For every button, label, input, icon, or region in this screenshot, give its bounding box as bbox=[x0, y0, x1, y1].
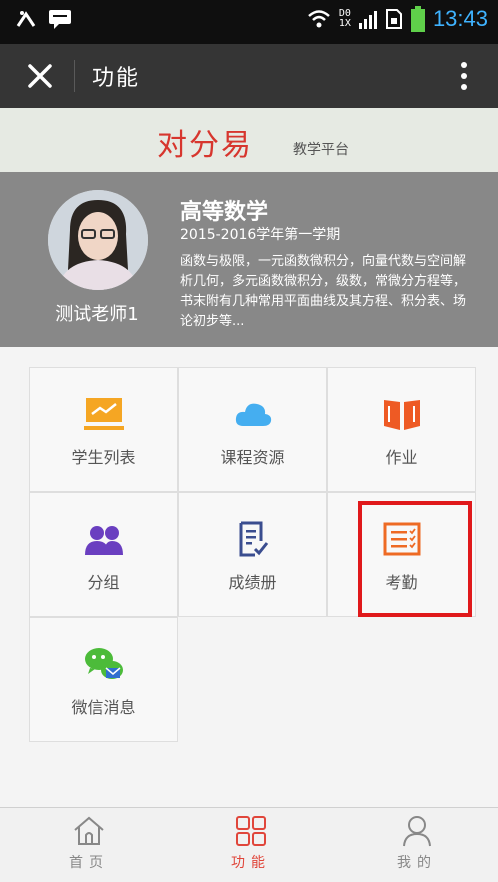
user-icon bbox=[403, 816, 431, 847]
teacher-name: 测试老师1 bbox=[55, 304, 139, 325]
group-icon bbox=[84, 526, 123, 555]
bottom-tab-bar: 首页 功能 我的 bbox=[0, 807, 498, 882]
function-label: 成绩册 bbox=[228, 573, 277, 592]
wechat-icon bbox=[84, 648, 123, 679]
teacher-avatar bbox=[48, 190, 148, 290]
course-title: 高等数学 bbox=[180, 200, 269, 225]
network-bottom: 1X bbox=[338, 18, 351, 29]
home-icon bbox=[74, 816, 104, 845]
page-title: 功能 bbox=[92, 66, 141, 91]
tab-label: 功能 bbox=[231, 855, 271, 871]
grid-icon bbox=[236, 816, 266, 846]
tab-home[interactable]: 首页 bbox=[29, 814, 149, 872]
function-homework[interactable]: 作业 bbox=[327, 367, 476, 492]
more-menu-icon[interactable] bbox=[456, 58, 472, 94]
signal-icon bbox=[358, 11, 377, 29]
brand-banner: 对分易 教学平台 bbox=[0, 108, 498, 172]
function-label: 作业 bbox=[385, 448, 418, 467]
notification-icon bbox=[16, 11, 36, 27]
tab-label: 首页 bbox=[69, 855, 109, 871]
course-term: 2015-2016学年第一学期 bbox=[180, 227, 341, 243]
function-wechat-messages[interactable]: 微信消息 bbox=[29, 617, 178, 742]
tab-functions[interactable]: 功能 bbox=[191, 814, 311, 872]
highlight-box bbox=[358, 501, 472, 617]
function-gradebook[interactable]: 成绩册 bbox=[178, 492, 327, 617]
brand-subtitle: 教学平台 bbox=[293, 142, 349, 158]
function-label: 分组 bbox=[87, 573, 120, 592]
function-groups[interactable]: 分组 bbox=[29, 492, 178, 617]
title-bar: 功能 bbox=[0, 44, 498, 108]
clock: 13:43 bbox=[432, 6, 488, 31]
book-icon bbox=[383, 400, 420, 430]
sim-icon bbox=[385, 9, 402, 29]
gradebook-icon bbox=[239, 521, 268, 557]
title-divider bbox=[74, 60, 75, 92]
brand-logo: 对分易 bbox=[157, 128, 253, 163]
function-label: 课程资源 bbox=[220, 448, 285, 467]
close-icon[interactable] bbox=[22, 58, 58, 94]
function-label: 微信消息 bbox=[71, 698, 136, 717]
course-header: 测试老师1 高等数学 2015-2016学年第一学期 函数与极限，一元函数微积分… bbox=[0, 172, 498, 347]
tab-mine[interactable]: 我的 bbox=[357, 814, 477, 872]
wifi-icon bbox=[308, 10, 330, 28]
status-bar: D0 1X 13:43 bbox=[0, 0, 498, 44]
function-student-list[interactable]: 学生列表 bbox=[29, 367, 178, 492]
function-course-resources[interactable]: 课程资源 bbox=[178, 367, 327, 492]
battery-icon bbox=[410, 6, 425, 32]
tab-label: 我的 bbox=[397, 855, 437, 871]
network-indicator: D0 1X bbox=[339, 9, 351, 29]
message-icon bbox=[49, 10, 71, 29]
chart-icon bbox=[83, 398, 124, 430]
course-description: 函数与极限，一元函数微积分，向量代数与空间解析几何，多元函数微积分，级数，常微分… bbox=[180, 254, 467, 329]
function-label: 学生列表 bbox=[71, 448, 136, 467]
cloud-icon bbox=[235, 403, 271, 426]
